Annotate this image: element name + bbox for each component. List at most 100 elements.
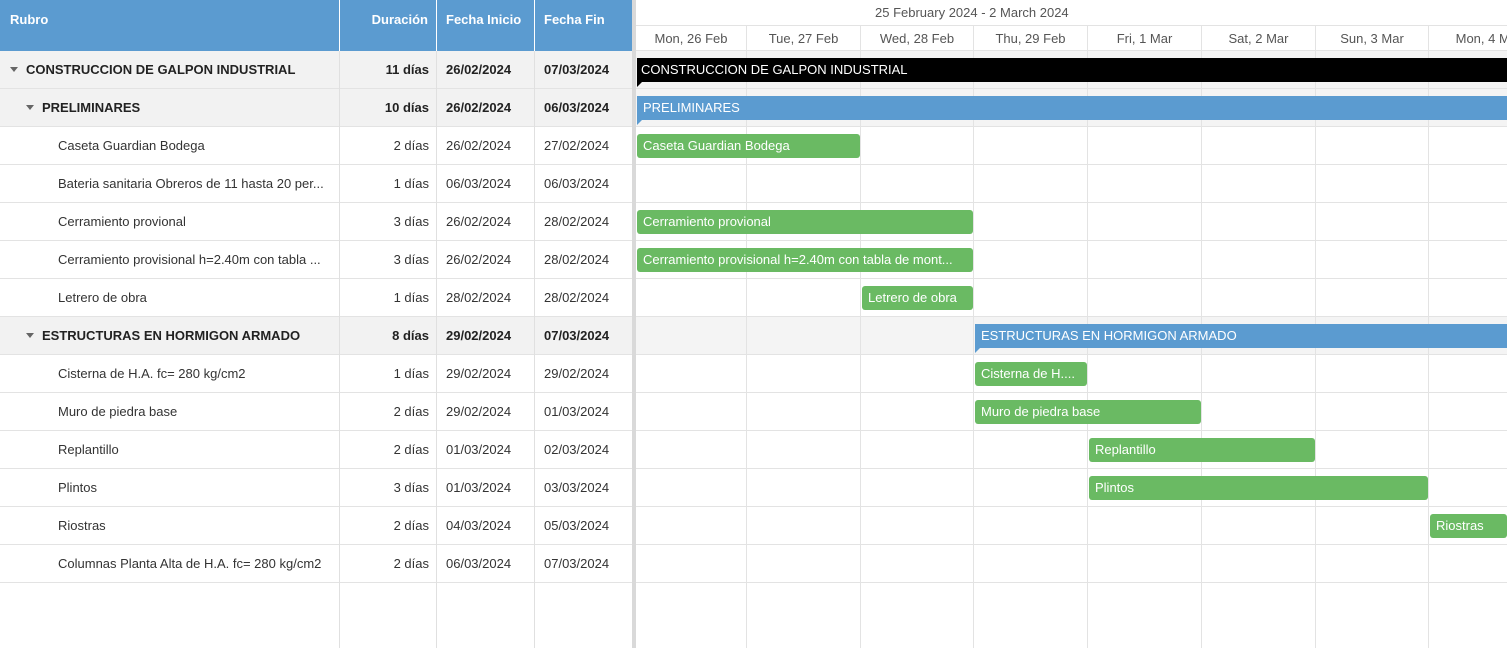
cell-fecha-fin: 03/03/2024 <box>544 480 610 495</box>
cell-fecha-inicio: 28/02/2024 <box>446 290 512 305</box>
day-column <box>1202 51 1316 648</box>
task-row[interactable]: Replantillo 2 días 01/03/2024 02/03/2024 <box>0 431 632 469</box>
column-divider <box>534 51 535 648</box>
cell-fecha-inicio: 04/03/2024 <box>446 518 512 533</box>
cell-duracion: 1 días <box>393 290 429 305</box>
cell-fecha-fin: 02/03/2024 <box>544 442 610 457</box>
column-header-rubro[interactable]: Rubro <box>0 0 340 51</box>
summary-row[interactable]: CONSTRUCCION DE GALPON INDUSTRIAL 11 días… <box>0 51 632 89</box>
day-header: Sat, 2 Mar <box>1202 26 1316 51</box>
task-row[interactable]: Columnas Planta Alta de H.A. fc= 280 kg/… <box>0 545 632 583</box>
cell-fecha-inicio: 01/03/2024 <box>446 480 512 495</box>
cell-duracion: 2 días <box>393 138 429 153</box>
day-column <box>1429 51 1507 648</box>
task-row[interactable]: Plintos 3 días 01/03/2024 03/03/2024 <box>0 469 632 507</box>
column-header-fecha-inicio[interactable]: Fecha Inicio <box>437 0 535 51</box>
day-header: Mon, 4 Mar <box>1429 26 1507 51</box>
cell-fecha-fin: 07/03/2024 <box>544 556 610 571</box>
cell-fecha-fin: 07/03/2024 <box>544 328 610 343</box>
day-column <box>1316 51 1429 648</box>
column-divider <box>339 51 340 648</box>
cell-fecha-fin: 27/02/2024 <box>544 138 610 153</box>
task-row[interactable]: Cerramiento provisional h=2.40m con tabl… <box>0 241 632 279</box>
column-divider <box>436 51 437 648</box>
cell-fecha-inicio: 29/02/2024 <box>446 404 512 419</box>
task-bar[interactable]: Riostras <box>1430 514 1507 538</box>
week-range-label: 25 February 2024 - 2 March 2024 <box>636 0 1507 26</box>
cell-fecha-inicio: 06/03/2024 <box>446 556 512 571</box>
cell-duracion: 3 días <box>393 252 429 267</box>
cell-fecha-inicio: 26/02/2024 <box>446 100 512 115</box>
cell-fecha-inicio: 26/02/2024 <box>446 138 512 153</box>
task-bar[interactable]: Letrero de obra <box>862 286 973 310</box>
cell-fecha-fin: 01/03/2024 <box>544 404 610 419</box>
cell-fecha-inicio: 01/03/2024 <box>446 442 512 457</box>
task-row[interactable]: Cerramiento provional 3 días 26/02/2024 28/… <box>0 203 632 241</box>
summary-start-marker <box>637 120 642 125</box>
task-row[interactable]: Letrero de obra 1 días 28/02/2024 28/02/202… <box>0 279 632 317</box>
day-column <box>974 51 1088 648</box>
task-row[interactable]: Muro de piedra base 2 días 29/02/2024 01/03… <box>0 393 632 431</box>
cell-rubro: Cerramiento provisional h=2.40m con tabl… <box>58 252 321 267</box>
day-header: Thu, 29 Feb <box>974 26 1088 51</box>
task-bar[interactable]: Replantillo <box>1089 438 1315 462</box>
cell-duracion: 1 días <box>393 176 429 191</box>
grid-header: Rubro Duración Fecha Inicio Fecha Fin <box>0 0 632 51</box>
task-row[interactable]: Bateria sanitaria Obreros de 11 hasta 20… <box>0 165 632 203</box>
cell-fecha-fin: 06/03/2024 <box>544 100 610 115</box>
cell-duracion: 3 días <box>393 214 429 229</box>
cell-duracion: 2 días <box>393 404 429 419</box>
task-bar[interactable]: Plintos <box>1089 476 1428 500</box>
task-row[interactable]: Caseta Guardian Bodega 2 días 26/02/2024 27… <box>0 127 632 165</box>
summary-bar[interactable]: PRELIMINARES <box>637 96 1507 120</box>
summary-start-marker <box>975 348 980 353</box>
collapse-caret-icon[interactable] <box>26 105 34 110</box>
cell-rubro: Bateria sanitaria Obreros de 11 hasta 20… <box>58 176 324 191</box>
task-bar[interactable]: Cerramiento provisional h=2.40m con tabl… <box>637 248 973 272</box>
cell-duracion: 8 días <box>392 328 429 343</box>
column-header-fecha-fin[interactable]: Fecha Fin <box>535 0 632 51</box>
task-row[interactable]: Cisterna de H.A. fc= 280 kg/cm2 1 días 29/… <box>0 355 632 393</box>
cell-duracion: 2 días <box>393 442 429 457</box>
collapse-caret-icon[interactable] <box>10 67 18 72</box>
cell-fecha-fin: 07/03/2024 <box>544 62 610 77</box>
task-bar[interactable]: Cerramiento provional <box>637 210 973 234</box>
cell-rubro: CONSTRUCCION DE GALPON INDUSTRIAL <box>26 62 296 77</box>
day-header: Fri, 1 Mar <box>1088 26 1202 51</box>
cell-fecha-fin: 28/02/2024 <box>544 214 610 229</box>
cell-fecha-inicio: 26/02/2024 <box>446 62 512 77</box>
cell-duracion: 1 días <box>393 366 429 381</box>
cell-rubro: Caseta Guardian Bodega <box>58 138 205 153</box>
cell-fecha-inicio: 26/02/2024 <box>446 252 512 267</box>
cell-fecha-inicio: 26/02/2024 <box>446 214 512 229</box>
summary-row[interactable]: PRELIMINARES 10 días 26/02/2024 06/03/2024 <box>0 89 632 127</box>
column-header-duracion[interactable]: Duración <box>340 0 437 51</box>
day-header: Tue, 27 Feb <box>747 26 861 51</box>
cell-rubro: Cerramiento provional <box>58 214 186 229</box>
cell-rubro: Columnas Planta Alta de H.A. fc= 280 kg/… <box>58 556 322 571</box>
cell-fecha-fin: 29/02/2024 <box>544 366 610 381</box>
cell-rubro: Cisterna de H.A. fc= 280 kg/cm2 <box>58 366 246 381</box>
cell-fecha-fin: 28/02/2024 <box>544 252 610 267</box>
cell-rubro: Plintos <box>58 480 98 495</box>
cell-fecha-inicio: 29/02/2024 <box>446 366 512 381</box>
summary-bar[interactable]: CONSTRUCCION DE GALPON INDUSTRIAL <box>637 58 1507 82</box>
cell-rubro: Riostras <box>58 518 106 533</box>
cell-rubro: ESTRUCTURAS EN HORMIGON ARMADO <box>42 328 301 343</box>
cell-rubro: Muro de piedra base <box>58 404 178 419</box>
cell-rubro: Replantillo <box>58 442 119 457</box>
gantt-chart: 25 February 2024 - 2 March 2024 Mon, 26 … <box>636 0 1507 648</box>
task-bar[interactable]: Muro de piedra base <box>975 400 1201 424</box>
collapse-caret-icon[interactable] <box>26 333 34 338</box>
cell-duracion: 2 días <box>393 518 429 533</box>
cell-rubro: Letrero de obra <box>58 290 147 305</box>
cell-duracion: 2 días <box>393 556 429 571</box>
task-bar[interactable]: Cisterna de H.... <box>975 362 1087 386</box>
task-bar[interactable]: Caseta Guardian Bodega <box>637 134 860 158</box>
cell-duracion: 11 días <box>385 62 429 77</box>
summary-bar[interactable]: ESTRUCTURAS EN HORMIGON ARMADO <box>975 324 1507 348</box>
cell-fecha-fin: 06/03/2024 <box>544 176 610 191</box>
task-row[interactable]: Riostras 2 días 04/03/2024 05/03/2024 <box>0 507 632 545</box>
day-header: Mon, 26 Feb <box>636 26 747 51</box>
summary-row[interactable]: ESTRUCTURAS EN HORMIGON ARMADO 8 días 29/0… <box>0 317 632 355</box>
